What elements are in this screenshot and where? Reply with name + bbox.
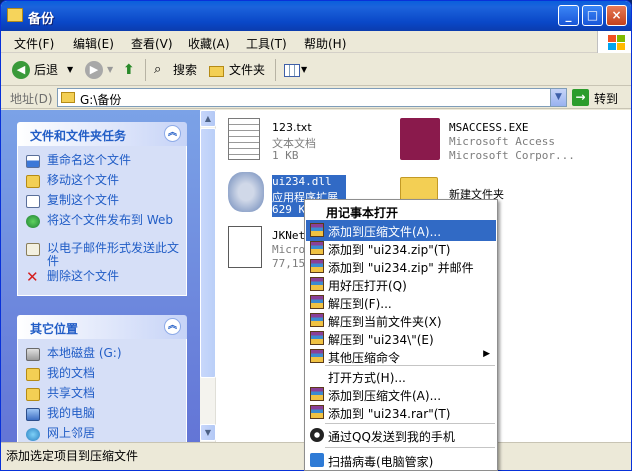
gear-dll-icon xyxy=(228,172,264,212)
menu-edit[interactable]: 编辑(E) xyxy=(73,35,114,52)
places-panel-header[interactable]: 其它位置 ︽ xyxy=(17,315,187,339)
winrar-icon xyxy=(310,405,324,419)
application-icon xyxy=(228,226,262,268)
ctx-add-rar[interactable]: 添加到 "ui234.rar"(T) xyxy=(306,402,496,423)
copy-icon xyxy=(26,195,40,208)
title-bar[interactable]: 备份 _ □ × xyxy=(1,1,631,31)
access-key-icon xyxy=(400,118,440,160)
go-label: 转到 xyxy=(594,92,619,106)
back-dropdown-icon[interactable]: ▼ xyxy=(67,59,73,81)
go-button[interactable]: → 转到 xyxy=(572,88,628,107)
submenu-arrow-icon: ▶ xyxy=(483,349,490,359)
drive-icon xyxy=(26,348,40,361)
address-input[interactable]: G:\备份 ▼ xyxy=(57,88,567,107)
search-button[interactable]: 搜索 xyxy=(173,59,197,81)
scroll-up-icon[interactable]: ▲ xyxy=(200,110,216,127)
archive-icon xyxy=(310,313,324,327)
network-icon xyxy=(26,428,40,441)
maximize-button[interactable]: □ xyxy=(582,5,603,26)
places-panel-body: 本地磁盘 (G:) 我的文档 共享文档 我的电脑 网上邻居 xyxy=(17,339,187,442)
menu-bar: 文件(F) 编辑(E) 查看(V) 收藏(A) 工具(T) 帮助(H) xyxy=(1,31,631,53)
text-file-icon xyxy=(228,118,260,160)
collapse-chevron-icon[interactable]: ︽ xyxy=(164,125,181,142)
views-icon[interactable] xyxy=(284,64,300,77)
ctx-open-notepad[interactable]: 用记事本打开 xyxy=(306,201,496,222)
menu-view[interactable]: 查看(V) xyxy=(131,35,173,52)
delete-x-icon: ✕ xyxy=(26,268,39,286)
address-bar: 地址(D) G:\备份 ▼ → 转到 xyxy=(1,87,631,109)
archive-icon xyxy=(310,295,324,309)
ctx-other-commands[interactable]: 其他压缩命令 ▶ xyxy=(306,346,496,367)
windows-logo-icon xyxy=(597,31,631,53)
context-menu: 用记事本打开 添加到压缩文件(A)... 添加到 "ui234.zip"(T) … xyxy=(304,199,498,471)
archive-icon xyxy=(310,349,324,363)
folder-icon xyxy=(61,92,75,103)
go-arrow-icon: → xyxy=(572,89,589,106)
ctx-virus-scan[interactable]: 扫描病毒(电脑管家) xyxy=(306,450,496,471)
rename-icon xyxy=(26,155,40,168)
address-dropdown-icon[interactable]: ▼ xyxy=(550,89,566,106)
ctx-qq-send[interactable]: 通过QQ发送到我的手机 xyxy=(306,425,496,446)
winrar-icon xyxy=(310,387,324,401)
menu-file[interactable]: 文件(F) xyxy=(14,35,54,52)
email-icon xyxy=(26,243,40,256)
scroll-down-icon[interactable]: ▼ xyxy=(200,424,216,441)
archive-icon xyxy=(310,223,324,237)
archive-icon xyxy=(310,277,324,291)
back-arrow-icon[interactable]: ◀ xyxy=(12,61,30,79)
address-label: 地址(D) xyxy=(10,92,53,106)
window-title: 备份 xyxy=(28,12,55,27)
globe-icon xyxy=(26,215,40,228)
address-value: G:\备份 xyxy=(80,93,122,107)
forward-arrow-icon[interactable]: ▶ xyxy=(85,61,103,79)
menu-favorites[interactable]: 收藏(A) xyxy=(188,35,230,52)
forward-dropdown-icon[interactable]: ▼ xyxy=(107,59,113,81)
folders-icon xyxy=(209,66,224,77)
folder-icon xyxy=(26,388,40,401)
menu-tools[interactable]: 工具(T) xyxy=(246,35,287,52)
menu-help[interactable]: 帮助(H) xyxy=(304,35,346,52)
tasks-panel-header[interactable]: 文件和文件夹任务 ︽ xyxy=(17,122,187,146)
scroll-thumb[interactable] xyxy=(200,128,216,378)
qq-penguin-icon xyxy=(310,428,324,442)
folder-icon xyxy=(26,368,40,381)
views-dropdown-icon[interactable]: ▼ xyxy=(301,59,307,81)
tasks-panel-body: 重命名这个文件 移动这个文件 复制这个文件 将这个文件发布到 Web 以电子邮件… xyxy=(17,146,187,296)
archive-icon xyxy=(310,331,324,345)
computer-icon xyxy=(26,408,40,421)
vertical-scrollbar[interactable]: ▲ ▼ xyxy=(200,110,216,442)
tasks-panel-title: 文件和文件夹任务 xyxy=(30,129,127,143)
up-folder-icon[interactable]: ⬆ xyxy=(123,59,135,81)
minimize-button[interactable]: _ xyxy=(558,5,579,26)
search-icon: ⌕ xyxy=(154,62,162,77)
archive-icon xyxy=(310,241,324,255)
file-123-txt[interactable]: 123.txt 文本文档 1 KB xyxy=(228,116,388,166)
file-msaccess-exe[interactable]: MSACCESS.EXE Microsoft Access Microsoft … xyxy=(400,116,610,166)
close-button[interactable]: × xyxy=(606,5,627,26)
places-panel-title: 其它位置 xyxy=(30,322,79,336)
archive-icon xyxy=(310,259,324,273)
collapse-chevron-icon[interactable]: ︽ xyxy=(164,318,181,335)
folders-button[interactable]: 文件夹 xyxy=(229,59,265,81)
back-button[interactable]: 后退 xyxy=(34,59,58,81)
folder-icon xyxy=(7,8,23,22)
move-icon xyxy=(26,175,40,188)
shield-icon xyxy=(310,453,324,467)
status-text: 添加选定项目到压缩文件 xyxy=(6,449,139,463)
task-pane: 文件和文件夹任务 ︽ 重命名这个文件 移动这个文件 复制这个文件 将这个文件发布… xyxy=(1,110,200,442)
toolbar: ◀ 后退 ▼ ▶ ▼ ⬆ ⌕ 搜索 文件夹 ▼ xyxy=(1,54,631,86)
